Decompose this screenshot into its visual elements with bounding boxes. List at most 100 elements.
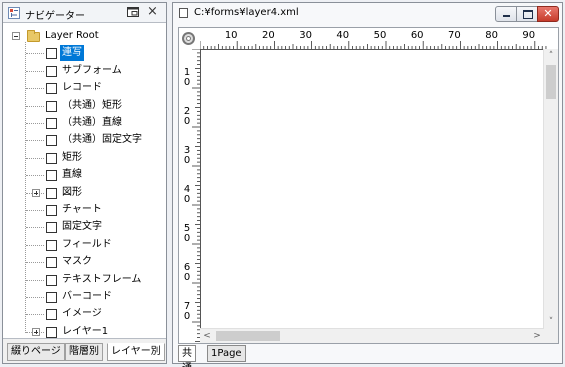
layer-visibility-checkbox[interactable] <box>46 170 57 182</box>
layer-visibility-checkbox[interactable] <box>46 222 57 234</box>
tab-page-1[interactable]: 1Page <box>207 345 246 362</box>
layer-tree: Layer Root 連写 サブフォームレコード （共通）矩形 （共通）直線 （共通）固定… <box>3 24 166 339</box>
ruler-label: 3 0 <box>183 145 191 166</box>
tree-branch-line <box>26 244 44 246</box>
tree-item[interactable]: イメージ <box>3 306 163 322</box>
maximize-button[interactable] <box>516 6 538 22</box>
layer-visibility-checkbox[interactable] <box>46 274 57 286</box>
tree-item-label: チャート <box>62 204 102 215</box>
layer-visibility-checkbox[interactable] <box>46 100 57 112</box>
navigator-title-bar[interactable]: ナビゲーター × <box>3 3 166 23</box>
layer-visibility-checkbox[interactable] <box>46 135 57 147</box>
tab-binder-pages[interactable]: 綴りページ <box>7 343 65 361</box>
folder-icon <box>27 30 40 42</box>
tree-item-label: 直線 <box>62 169 82 181</box>
tree-item[interactable]: 矩形 <box>3 150 163 166</box>
layer-visibility-checkbox[interactable] <box>46 65 57 77</box>
tree-item-label: イメージ <box>62 308 102 320</box>
ruler-label: 7 0 <box>183 301 191 322</box>
minimize-button[interactable] <box>495 6 517 22</box>
scrollbar-corner <box>544 329 558 343</box>
tree-branch-line <box>26 123 44 124</box>
document-title-bar[interactable]: C:¥forms¥layer4.xml ✕ <box>173 3 562 25</box>
navigator-close-icon[interactable]: × <box>147 4 158 20</box>
tree-item[interactable]: レコード <box>3 80 163 96</box>
scroll-left-arrow-icon[interactable]: < <box>200 329 214 343</box>
tree-item[interactable]: チャート <box>3 202 163 218</box>
tab-by-hierarchy[interactable]: 階層別 <box>65 343 103 361</box>
tree-item-label: テキストフレーム <box>62 273 142 285</box>
ruler-settings-icon[interactable] <box>180 30 197 47</box>
form-canvas[interactable]: 10 20 30 40 50 60 70 80 90 1 0 2 0 3 0 4 0 5 0 6 0 7 0… <box>178 27 559 344</box>
navigator-panel: ナビゲーター × Layer Root 連写 サブフォームレコード （共通）矩形 （共通… <box>2 2 167 364</box>
tree-item[interactable]: フィールド <box>3 237 163 253</box>
vertical-scrollbar[interactable]: ˄ ˅ <box>543 49 558 329</box>
app-root: ナビゲーター × Layer Root 連写 サブフォームレコード （共通）矩形 （共通… <box>0 0 565 367</box>
restore-window-icon[interactable] <box>127 7 139 20</box>
horizontal-scroll-thumb[interactable] <box>216 331 280 341</box>
maximize-icon <box>517 7 537 21</box>
horizontal-scrollbar[interactable]: < > <box>200 328 544 343</box>
layer-visibility-checkbox[interactable] <box>46 239 57 251</box>
tree-item[interactable]: バーコード <box>3 289 163 305</box>
document-file-icon <box>179 8 188 18</box>
tree-item[interactable]: レイヤー1 <box>3 324 163 339</box>
tree-item[interactable]: （共通）固定文字 <box>3 132 163 148</box>
tree-item-label: （共通）直線 <box>62 117 122 128</box>
tree-item[interactable]: 連写 <box>3 45 163 62</box>
tree-branch-line <box>26 53 44 55</box>
expand-icon[interactable] <box>32 188 40 197</box>
tab-by-layer[interactable]: レイヤー別 <box>107 343 165 361</box>
tree-branch-line <box>26 105 44 107</box>
collapse-icon[interactable] <box>12 32 20 40</box>
tree-item-label: バーコード <box>62 291 112 302</box>
tree-item[interactable]: マスク <box>3 254 163 270</box>
tree-item-label: 固定文字 <box>62 221 102 233</box>
layer-visibility-checkbox[interactable] <box>46 187 57 199</box>
navigator-title: ナビゲーター <box>25 11 85 22</box>
layer-visibility-checkbox[interactable] <box>46 48 57 60</box>
scroll-up-arrow-icon[interactable]: ˄ <box>544 49 558 63</box>
minimize-icon <box>496 7 516 21</box>
tree-item-label: Layer Root <box>45 30 99 41</box>
tree-branch-line <box>26 262 44 264</box>
layer-visibility-checkbox[interactable] <box>46 152 57 164</box>
vertical-scroll-thumb[interactable] <box>546 65 556 99</box>
tree-item[interactable]: （共通）矩形 <box>3 98 163 114</box>
layer-visibility-checkbox[interactable] <box>46 292 57 303</box>
tree-item[interactable]: 固定文字 <box>3 219 163 235</box>
tree-item[interactable]: テキストフレーム <box>3 272 163 288</box>
tree-item[interactable]: （共通）直線 <box>3 115 163 131</box>
ruler-label: 90 <box>522 30 536 41</box>
tab-common[interactable]: 共通 <box>178 345 196 367</box>
layer-visibility-checkbox[interactable] <box>46 326 57 338</box>
document-title: C:¥forms¥layer4.xml <box>194 7 299 18</box>
tree-item[interactable]: 直線 <box>3 167 163 183</box>
layer-visibility-checkbox[interactable] <box>46 309 57 321</box>
tree-branch-line <box>26 210 44 211</box>
tree-item-label: （共通）矩形 <box>62 99 122 111</box>
layer-visibility-checkbox[interactable] <box>46 118 57 129</box>
tree-item[interactable]: 図形 <box>3 185 163 201</box>
tree-item[interactable]: サブフォーム <box>3 63 163 79</box>
layer-visibility-checkbox[interactable] <box>46 257 57 269</box>
ruler-label: 80 <box>485 30 498 41</box>
navigator-tab-bar: 綴りページ 階層別 レイヤー別 <box>3 338 166 363</box>
ruler-label: 50 <box>373 30 387 41</box>
tree-branch-line <box>26 157 44 159</box>
layer-visibility-checkbox[interactable] <box>46 83 57 95</box>
scroll-right-arrow-icon[interactable]: > <box>530 329 544 343</box>
layer-visibility-checkbox[interactable] <box>46 205 57 216</box>
tree-root-item[interactable]: Layer Root <box>3 28 163 44</box>
vertical-ruler: 1 0 2 0 3 0 4 0 5 0 6 0 7 0 <box>179 49 201 343</box>
tree-branch-line <box>26 70 44 72</box>
horizontal-ruler: 10 20 30 40 50 60 70 80 90 <box>179 28 558 50</box>
close-icon: ✕ <box>543 7 553 20</box>
tree-branch-line <box>26 175 44 177</box>
expand-icon[interactable] <box>32 327 40 336</box>
ruler-corner[interactable] <box>179 28 200 49</box>
tree-item-label: レコード <box>62 82 102 94</box>
close-button[interactable]: ✕ <box>537 6 559 22</box>
tree-item-label: マスク <box>62 256 92 268</box>
scroll-down-arrow-icon[interactable]: ˅ <box>544 315 558 329</box>
